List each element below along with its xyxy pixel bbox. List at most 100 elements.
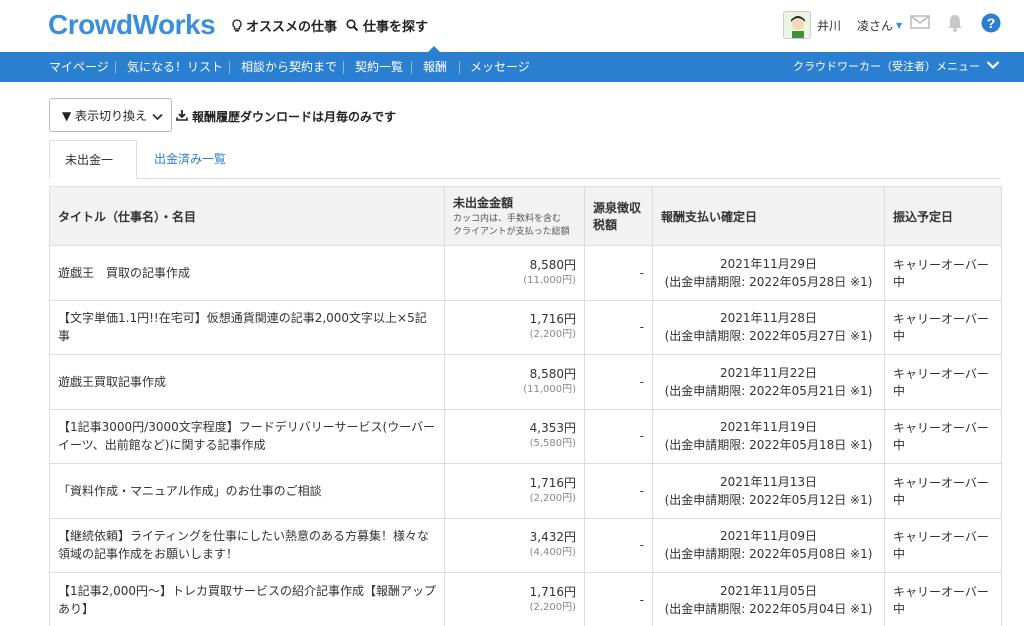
- client-total: (5,580円): [529, 438, 576, 450]
- row-title: 【1記事2,000円〜】トレカ買取サービスの紹介記事作成【報酬アップあり】: [49, 572, 445, 626]
- confirm-date: 2021年11月19日: [719, 420, 818, 435]
- row-transfer-status: キャリーオーバー中: [884, 463, 1002, 519]
- confirm-date: 2021年11月05日: [719, 583, 818, 598]
- row-title: 【継続依頼】ライティングを仕事にしたい熱意のある方募集！様々な領域の記事作成をお…: [49, 517, 445, 573]
- client-total: (11,000円): [523, 383, 576, 395]
- chevron-down-icon: [152, 110, 163, 124]
- unpaid-amount: 1,716円: [529, 312, 576, 327]
- row-withholding-tax: -: [584, 517, 653, 573]
- user-name[interactable]: 井川 凌さん ▼: [817, 17, 902, 34]
- row-amount: 8,580円 (11,000円): [444, 354, 585, 410]
- download-note: 報酬履歴ダウンロードは月毎のみです: [176, 108, 396, 125]
- recommended-jobs-link[interactable]: オススメの仕事: [232, 16, 337, 35]
- unpaid-amount: 1,716円: [529, 475, 576, 490]
- row-confirm-date: 2021年11月09日 (出金申請期限: 2022年05月08日 ※1): [652, 517, 885, 573]
- svg-text:?: ?: [987, 15, 996, 31]
- row-transfer-status: キャリーオーバー中: [884, 517, 1002, 573]
- avatar: [783, 11, 811, 39]
- row-confirm-date: 2021年11月13日 (出金申請期限: 2022年05月12日 ※1): [652, 463, 885, 519]
- client-total: (2,200円): [529, 329, 576, 341]
- crowdworks-logo[interactable]: CrowdWorks: [48, 9, 216, 41]
- row-withholding-tax: -: [584, 408, 653, 464]
- row-confirm-date: 2021年11月28日 (出金申請期限: 2022年05月27日 ※1): [652, 299, 885, 355]
- withdrawal-deadline: (出金申請期限: 2022年05月27日 ※1): [664, 329, 873, 344]
- caret-down-icon: ▼: [896, 20, 903, 30]
- user-menu[interactable]: 井川 凌さん ▼: [783, 11, 902, 39]
- client-total: (2,200円): [529, 601, 576, 613]
- withdrawal-deadline: (出金申請期限: 2022年05月12日 ※1): [664, 492, 873, 507]
- tab-unpaid[interactable]: 未出金一覧: [49, 140, 137, 206]
- nav-item-contracts[interactable]: 契約一覧: [355, 52, 403, 82]
- unpaid-rewards-table: タイトル（仕事名）・名目 未出金金額 カッコ内は、手数料を含む クライアントが支払…: [49, 186, 1002, 626]
- nav-divider: [459, 61, 460, 74]
- find-jobs-link[interactable]: 仕事を探す: [346, 16, 428, 35]
- row-withholding-tax: -: [584, 354, 653, 410]
- row-confirm-date: 2021年11月22日 (出金申請期限: 2022年05月21日 ※1): [652, 354, 885, 410]
- confirm-date: 2021年11月22日: [719, 365, 818, 380]
- lightbulb-icon: [232, 18, 242, 33]
- confirm-date: 2021年11月28日: [719, 311, 818, 326]
- worker-menu-toggle[interactable]: クラウドワーカー（受注者）メニュー: [793, 52, 1000, 82]
- row-withholding-tax: -: [584, 245, 653, 301]
- row-title: 「資料作成・マニュアル作成」のお仕事のご相談: [49, 463, 445, 519]
- bell-icon[interactable]: [946, 13, 964, 36]
- unpaid-amount: 8,580円: [529, 257, 576, 272]
- table-row[interactable]: 「資料作成・マニュアル作成」のお仕事のご相談 1,716円 (2,200円) -202…: [49, 463, 1002, 519]
- table-row[interactable]: 遊戯王 買取の記事作成 8,580円 (11,000円) - 2021年11月29日 (出…: [49, 245, 1002, 301]
- help-icon[interactable]: ?: [981, 13, 1001, 36]
- row-transfer-status: キャリーオーバー中: [884, 245, 1002, 301]
- table-row[interactable]: 【継続依頼】ライティングを仕事にしたい熱意のある方募集！様々な領域の記事作成をお…: [49, 517, 1002, 573]
- withdrawal-deadline: (出金申請期限: 2022年05月08日 ※1): [664, 547, 873, 562]
- header-amount-note: カッコ内は、手数料を含む クライアントが支払った総額: [453, 213, 570, 237]
- row-amount: 8,580円 (11,000円): [444, 245, 585, 301]
- header-amount: 未出金金額 カッコ内は、手数料を含む クライアントが支払った総額: [444, 186, 585, 246]
- worker-menu-label: クラウドワーカー（受注者）メニュー: [793, 60, 980, 73]
- find-jobs-label: 仕事を探す: [363, 20, 429, 35]
- row-title: 遊戯王買取記事作成: [49, 354, 445, 410]
- row-title: 【文字単価1.1円!!在宅可】仮想通貨関連の記事2,000文字以上×5記事: [49, 299, 445, 355]
- confirm-date: 2021年11月09日: [719, 529, 818, 544]
- nav-item-favorites[interactable]: 気になる！リスト: [127, 52, 223, 82]
- client-total: (11,000円): [523, 274, 576, 286]
- row-transfer-status: キャリーオーバー中: [884, 299, 1002, 355]
- table-row[interactable]: 【文字単価1.1円!!在宅可】仮想通貨関連の記事2,000文字以上×5記事 1,7…: [49, 299, 1002, 355]
- row-amount: 1,716円 (2,200円): [444, 572, 585, 626]
- nav-item-messages[interactable]: メッセージ: [470, 52, 530, 82]
- nav-divider: [229, 61, 230, 74]
- withdrawal-deadline: (出金申請期限: 2022年05月21日 ※1): [664, 383, 873, 398]
- withdrawal-deadline: (出金申請期限: 2022年05月28日 ※1): [664, 274, 873, 289]
- row-transfer-status: キャリーオーバー中: [884, 408, 1002, 464]
- top-header: CrowdWorks オススメの仕事 仕事を探す 井川 凌さん ▼ ?: [0, 0, 1024, 52]
- confirm-date: 2021年11月29日: [719, 256, 818, 271]
- row-transfer-status: キャリーオーバー中: [884, 354, 1002, 410]
- client-total: (4,400円): [529, 547, 576, 559]
- header-title: タイトル（仕事名）・名目: [49, 186, 445, 246]
- mail-icon[interactable]: [910, 13, 930, 34]
- row-amount: 1,716円 (2,200円): [444, 299, 585, 355]
- withdrawal-deadline: (出金申請期限: 2022年05月04日 ※1): [664, 601, 873, 616]
- client-total: (2,200円): [529, 492, 576, 504]
- table-header-row: タイトル（仕事名）・名目 未出金金額 カッコ内は、手数料を含む クライアントが支払…: [49, 186, 1002, 246]
- chevron-down-icon: [986, 52, 1000, 82]
- table-row[interactable]: 【1記事3000円/3000文字程度】フードデリバリーサービス(ウーバーイーツ、…: [49, 408, 1002, 464]
- nav-item-mypage[interactable]: マイページ: [49, 52, 109, 82]
- confirm-date: 2021年11月13日: [719, 474, 818, 489]
- header-confirm-date: 報酬支払い確定日: [652, 186, 885, 246]
- withdrawal-deadline: (出金申請期限: 2022年05月18日 ※1): [664, 438, 873, 453]
- row-withholding-tax: -: [584, 572, 653, 626]
- row-withholding-tax: -: [584, 299, 653, 355]
- header-amount-label: 未出金金額: [453, 195, 514, 210]
- nav-item-rewards[interactable]: 報酬: [423, 52, 447, 82]
- row-transfer-status: キャリーオーバー中: [884, 572, 1002, 626]
- row-confirm-date: 2021年11月29日 (出金申請期限: 2022年05月28日 ※1): [652, 245, 885, 301]
- row-amount: 3,432円 (4,400円): [444, 517, 585, 573]
- view-toggle-label: ▼ 表示切り換え: [62, 108, 148, 123]
- row-amount: 4,353円 (5,580円): [444, 408, 585, 464]
- user-last-name: 井川: [817, 18, 842, 33]
- table-row[interactable]: 遊戯王買取記事作成 8,580円 (11,000円) - 2021年11月22日 (出金申…: [49, 354, 1002, 410]
- row-title: 【1記事3000円/3000文字程度】フードデリバリーサービス(ウーバーイーツ、…: [49, 408, 445, 464]
- view-toggle-select[interactable]: ▼ 表示切り換え: [49, 98, 172, 132]
- nav-item-consult-to-contract[interactable]: 相談から契約まで: [241, 52, 337, 82]
- tab-paid[interactable]: 出金済み一覧: [139, 140, 241, 179]
- table-row[interactable]: 【1記事2,000円〜】トレカ買取サービスの紹介記事作成【報酬アップあり】 1,7…: [49, 572, 1002, 626]
